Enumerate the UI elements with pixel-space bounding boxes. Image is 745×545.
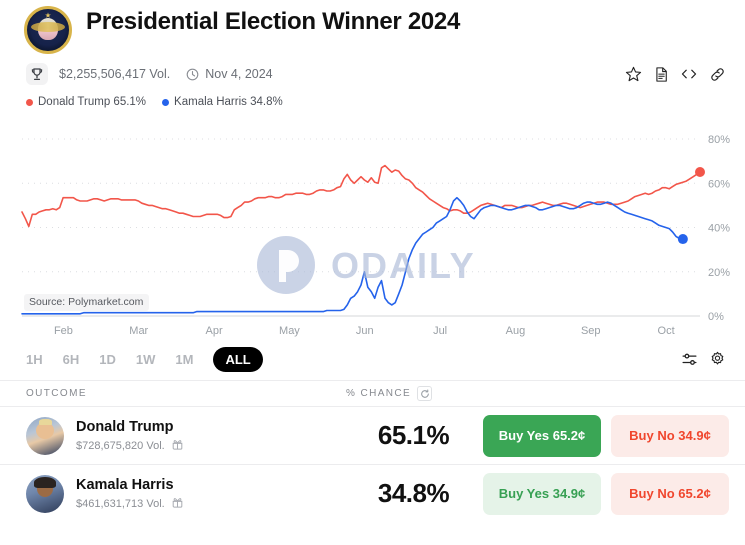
kamala-harris-avatar <box>26 474 64 513</box>
legend-label-harris: Kamala Harris 34.8% <box>174 96 283 108</box>
svg-text:ODAILY: ODAILY <box>331 245 476 286</box>
svg-text:Sep: Sep <box>581 325 601 337</box>
range-button-1w[interactable]: 1W <box>136 352 156 367</box>
buy-no-button[interactable]: Buy No 65.2¢ <box>611 472 729 515</box>
document-icon[interactable] <box>649 62 673 86</box>
svg-text:Mar: Mar <box>129 325 148 337</box>
time-range-toolbar: 1H 6H 1D 1W 1M ALL <box>0 342 745 376</box>
outcome-name: Kamala Harris <box>76 477 174 494</box>
range-button-1d[interactable]: 1D <box>99 352 116 367</box>
svg-text:80%: 80% <box>708 134 730 146</box>
legend-item-trump: Donald Trump 65.1% <box>26 96 146 108</box>
link-icon[interactable] <box>705 62 729 86</box>
column-header-chance: % CHANCE <box>346 386 433 401</box>
svg-text:20%: 20% <box>708 267 730 279</box>
outcome-actions: Buy Yes 65.2¢ Buy No 34.9¢ <box>483 414 729 457</box>
gear-icon[interactable] <box>705 347 729 371</box>
gift-icon <box>172 497 183 511</box>
svg-text:Aug: Aug <box>506 325 526 337</box>
svg-text:40%: 40% <box>708 223 730 235</box>
odaily-watermark: ODAILY <box>255 234 485 301</box>
trophy-icon <box>26 63 48 85</box>
svg-text:Feb: Feb <box>54 325 73 337</box>
star-icon[interactable] <box>621 62 645 86</box>
buy-yes-button[interactable]: Buy Yes 34.9¢ <box>483 472 601 515</box>
page-title: Presidential Election Winner 2024 <box>86 8 461 35</box>
presidential-seal-icon <box>24 6 72 54</box>
clock-icon <box>186 68 199 81</box>
outcome-info: Donald Trump $728,675,820 Vol. <box>76 418 344 452</box>
outcome-volume: $461,631,713 Vol. <box>76 497 165 510</box>
page-header: Presidential Election Winner 2024 <box>0 0 745 54</box>
gift-icon <box>172 439 183 453</box>
outcome-volume: $728,675,820 Vol. <box>76 439 165 452</box>
column-header-chance-label: % CHANCE <box>346 388 412 399</box>
outcomes-table-header: OUTCOME % CHANCE <box>0 380 745 406</box>
polymarket-market-page: Presidential Election Winner 2024 $2,255… <box>0 0 745 545</box>
legend-dot-trump <box>26 98 33 106</box>
legend-dot-harris <box>162 98 170 106</box>
price-history-chart[interactable]: 0% 20% 40% 60% 80% Feb Mar Apr May Jun Jul Aug Sep Oc… <box>0 116 745 338</box>
svg-text:Oct: Oct <box>658 325 675 337</box>
outcome-percent: 34.8% <box>377 478 450 508</box>
chart-source-note: Source: Polymarket.com <box>24 294 150 311</box>
legend-item-harris: Kamala Harris 34.8% <box>162 96 283 108</box>
chart-legend: Donald Trump 65.1% Kamala Harris 34.8% <box>0 88 745 110</box>
market-meta-row: $2,255,506,417 Vol. Nov 4, 2024 <box>0 54 745 88</box>
buy-no-button[interactable]: Buy No 34.9¢ <box>611 414 729 457</box>
range-button-6h[interactable]: 6H <box>63 352 80 367</box>
table-row[interactable]: Kamala Harris $461,631,713 Vol. 34.8% Bu… <box>0 464 745 522</box>
outcome-actions: Buy Yes 34.9¢ Buy No 65.2¢ <box>483 472 729 515</box>
table-row[interactable]: Donald Trump $728,675,820 Vol. 65.1% Buy… <box>0 406 745 464</box>
range-button-1h[interactable]: 1H <box>26 352 43 367</box>
svg-text:Apr: Apr <box>206 325 223 337</box>
range-button-1m[interactable]: 1M <box>175 352 193 367</box>
refresh-icon[interactable] <box>417 386 433 401</box>
svg-text:May: May <box>279 325 300 337</box>
column-header-outcome: OUTCOME <box>26 388 87 399</box>
buy-yes-button[interactable]: Buy Yes 65.2¢ <box>483 414 601 457</box>
seal-star-icon <box>45 12 51 18</box>
outcome-info: Kamala Harris $461,631,713 Vol. <box>76 476 344 510</box>
outcome-volume-row: $461,631,713 Vol. <box>76 497 344 511</box>
outcome-volume-row: $728,675,820 Vol. <box>76 439 344 453</box>
svg-text:Jul: Jul <box>433 325 447 337</box>
svg-text:Jun: Jun <box>356 325 374 337</box>
outcome-name: Donald Trump <box>76 419 174 436</box>
market-volume: $2,255,506,417 Vol. <box>59 67 171 81</box>
svg-text:60%: 60% <box>708 178 730 190</box>
code-icon[interactable] <box>677 62 701 86</box>
sliders-icon[interactable] <box>677 347 701 371</box>
range-button-all[interactable]: ALL <box>213 346 263 372</box>
market-end-date: Nov 4, 2024 <box>205 67 273 81</box>
outcome-percent: 65.1% <box>377 420 450 450</box>
legend-label-trump: Donald Trump 65.1% <box>38 96 147 108</box>
donald-trump-avatar <box>26 416 64 455</box>
svg-text:0%: 0% <box>708 311 724 323</box>
